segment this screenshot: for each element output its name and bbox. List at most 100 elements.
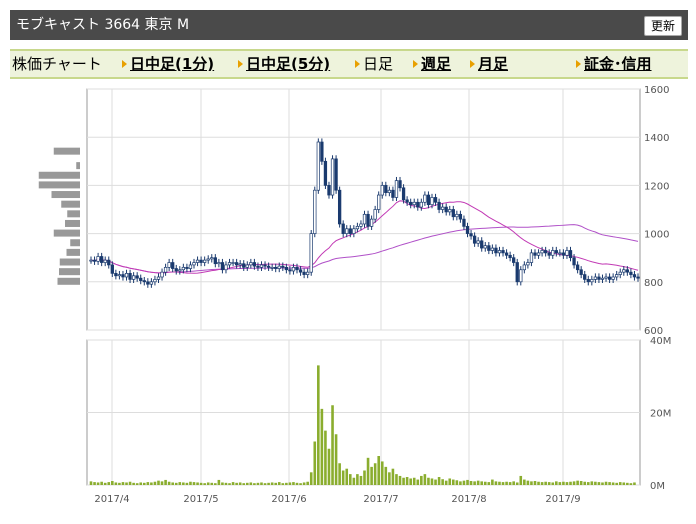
volume-profile-bar — [51, 191, 80, 199]
volume-profile-bar — [38, 181, 80, 189]
candle-body — [181, 266, 186, 271]
volume-bar — [395, 474, 398, 485]
volume-bar — [274, 482, 278, 485]
volume-bar — [224, 482, 228, 485]
volume-bar — [313, 441, 317, 485]
candle-body — [163, 266, 168, 273]
volume-bar — [96, 482, 100, 485]
candle-body — [558, 252, 562, 255]
volume-bar — [199, 482, 203, 485]
arrow-icon — [238, 60, 243, 68]
nav-monthly[interactable]: 月足 — [478, 51, 508, 77]
volume-profile-bar — [57, 277, 80, 285]
volume-bar — [391, 468, 395, 485]
volume-bar — [569, 481, 572, 485]
candle-body — [590, 279, 594, 283]
candle-body — [636, 276, 640, 279]
candle-body — [167, 262, 171, 268]
candle-body — [139, 277, 143, 281]
candle-body — [348, 228, 352, 234]
volume-tick-label: 20M — [650, 409, 671, 420]
volume-bar — [615, 482, 618, 485]
candle-body — [252, 262, 257, 267]
nav-intraday-5min[interactable]: 日中足(5分) — [246, 51, 330, 77]
volume-bar — [430, 478, 434, 485]
candle-body — [330, 158, 335, 196]
candle-body — [497, 250, 502, 254]
volume-bar — [523, 479, 526, 485]
nav-intraday-1min[interactable]: 日中足(1分) — [130, 51, 214, 77]
candle-body — [298, 269, 303, 273]
volume-bar — [142, 482, 146, 485]
nav-weekly[interactable]: 週足 — [421, 51, 451, 77]
volume-bar — [590, 481, 594, 485]
volume-bar — [317, 365, 320, 485]
volume-bar — [153, 481, 157, 485]
x-tick-label: 2017/6 — [271, 494, 306, 505]
candle-body — [192, 262, 196, 266]
volume-bar — [441, 479, 444, 485]
candle-body — [128, 273, 132, 280]
candle-body — [565, 250, 569, 256]
volume-bar — [626, 482, 629, 485]
candle-body — [174, 268, 178, 272]
candle-body — [384, 185, 388, 193]
volume-bar — [210, 482, 214, 485]
volume-bar — [118, 482, 121, 485]
volume-bar — [544, 481, 547, 485]
volume-bar — [444, 480, 448, 485]
volume-bar — [427, 477, 430, 485]
x-tick-label: 2017/4 — [94, 494, 129, 505]
volume-bar — [551, 482, 555, 485]
candle-body — [451, 209, 455, 218]
volume-bar — [306, 481, 309, 485]
candle-body — [227, 262, 232, 266]
candle-body — [316, 141, 320, 191]
volume-bar — [480, 481, 484, 485]
refresh-button[interactable]: 更新 — [643, 16, 682, 36]
candle-body — [131, 275, 136, 280]
volume-bar — [103, 482, 107, 485]
nav-margin[interactable]: 証金･信用 — [584, 51, 652, 77]
volume-profile-bar — [53, 229, 80, 237]
volume-bar — [107, 482, 111, 485]
volume-bar — [231, 482, 235, 485]
volume-bar — [633, 482, 636, 485]
candle-body — [245, 264, 249, 268]
stock-chart: 2017/4 2017/5 2017/6 2017/7 2017/8 2017/96008… — [38, 85, 671, 505]
candle-body — [359, 223, 363, 227]
candle-body — [284, 266, 289, 271]
candle-body — [487, 245, 491, 251]
volume-bar — [608, 482, 611, 485]
volume-bar — [597, 482, 601, 485]
volume-bar — [253, 483, 256, 485]
candle-body — [309, 233, 313, 273]
candle-body — [380, 185, 384, 196]
candle-body — [600, 277, 605, 280]
candle-body — [604, 276, 608, 279]
candle-body — [238, 263, 242, 266]
volume-bar — [572, 481, 576, 485]
volume-bar — [167, 481, 171, 485]
candle-body — [512, 257, 516, 263]
volume-bar — [405, 477, 409, 485]
x-tick-label: 2017/7 — [363, 494, 398, 505]
volume-bar — [206, 482, 210, 485]
candle-body — [366, 213, 370, 227]
candle-body — [543, 250, 548, 254]
volume-bar — [498, 481, 501, 485]
volume-tick-label: 0M — [650, 481, 665, 492]
volume-bar — [174, 482, 178, 485]
volume-bar — [352, 477, 356, 485]
volume-bar — [469, 481, 473, 485]
volume-bar — [377, 456, 381, 485]
candle-body — [430, 197, 434, 206]
volume-bar — [139, 482, 143, 485]
candle-body — [465, 226, 470, 234]
candle-body — [611, 276, 615, 280]
candle-body — [472, 235, 477, 244]
volume-bar — [483, 481, 487, 485]
candle-body — [277, 265, 281, 269]
volume-bar — [341, 470, 345, 485]
volume-bar — [526, 480, 530, 485]
